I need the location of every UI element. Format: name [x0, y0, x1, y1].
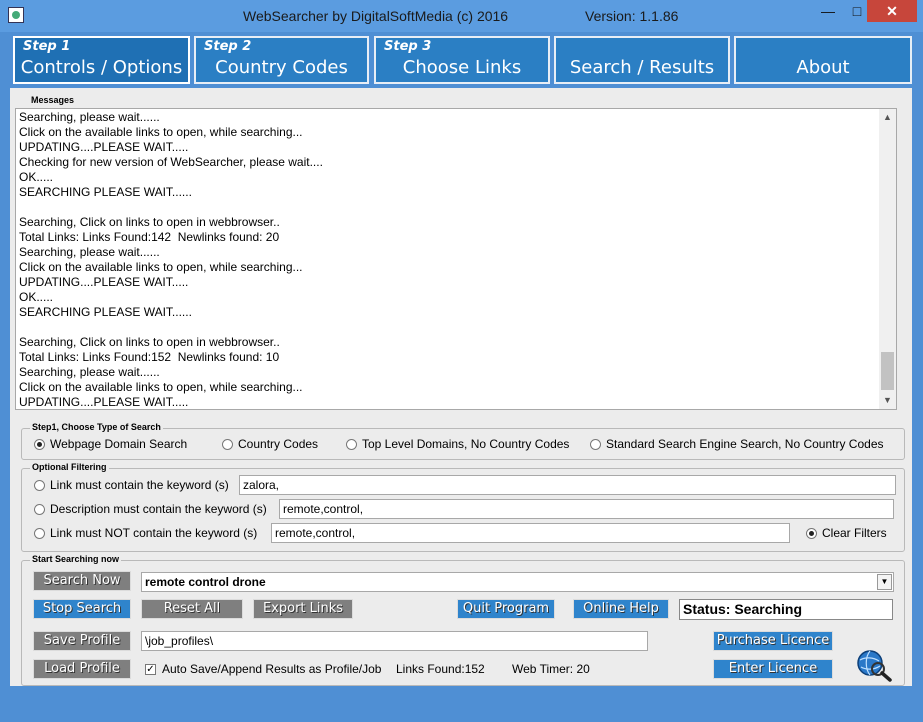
message-line: Searching, please wait...... [19, 365, 160, 379]
message-line [19, 320, 323, 335]
messages-lines: Searching, please wait...... Click on the… [19, 110, 323, 409]
link-contains-label: Link must contain the keyword (s) [50, 478, 229, 492]
radio-label: Country Codes [238, 437, 319, 451]
radio-link-not-contains[interactable] [34, 528, 45, 539]
close-button[interactable]: ✕ [867, 0, 917, 22]
chevron-down-icon[interactable]: ▼ [877, 574, 892, 590]
auto-save-checkbox[interactable]: ✓ [145, 664, 156, 675]
radio-country-codes[interactable] [222, 439, 233, 450]
radio-clear-filters[interactable] [806, 528, 817, 539]
tab-label: Choose Links [402, 57, 522, 78]
quit-program-button[interactable]: Quit Program [457, 599, 555, 619]
filtering-label: Optional Filtering [30, 462, 109, 472]
message-line: SEARCHING PLEASE WAIT...... [19, 185, 192, 199]
message-line: Searching, please wait...... [19, 110, 160, 124]
radio-link-contains[interactable] [34, 480, 45, 491]
search-now-button[interactable]: Search Now [33, 571, 131, 591]
message-line: UPDATING....PLEASE WAIT..... [19, 275, 189, 289]
window-title: WebSearcher by DigitalSoftMedia (c) 2016 [243, 8, 509, 24]
message-line: UPDATING....PLEASE WAIT..... [19, 395, 189, 409]
messages-scrollbar[interactable]: ▲ ▼ [879, 109, 896, 409]
message-line: Total Links: Links Found:152 Newlinks fo… [19, 350, 280, 364]
title-bar[interactable]: WebSearcher by DigitalSoftMedia (c) 2016… [0, 0, 923, 32]
window-footer [10, 690, 912, 714]
radio-label: Standard Search Engine Search, No Countr… [606, 437, 884, 451]
save-profile-button[interactable]: Save Profile [33, 631, 131, 651]
description-contains-label: Description must contain the keyword (s) [50, 502, 267, 516]
message-line: Click on the available links to open, wh… [19, 260, 303, 274]
scroll-thumb[interactable] [881, 352, 894, 390]
tab-label: Controls / Options [20, 57, 183, 78]
message-line: Total Links: Links Found:142 Newlinks fo… [19, 230, 280, 244]
link-contains-input[interactable]: zalora, [239, 475, 896, 495]
profile-path-input[interactable]: \job_profiles\ [141, 631, 648, 651]
message-line: Click on the available links to open, wh… [19, 380, 303, 394]
radio-standard-search-engine[interactable] [590, 439, 601, 450]
tab-label: About [796, 57, 850, 78]
message-line: Searching, Click on links to open in web… [19, 215, 280, 229]
reset-all-button[interactable]: Reset All [141, 599, 243, 619]
tab-country-codes[interactable]: Step 2 Country Codes [194, 36, 369, 84]
message-line: OK..... [19, 170, 54, 184]
load-profile-button[interactable]: Load Profile [33, 659, 131, 679]
tab-step-label: Step 2 [204, 39, 252, 54]
messages-label: Messages [29, 95, 77, 105]
link-not-contains-label: Link must NOT contain the keyword (s) [50, 526, 258, 540]
scroll-down-icon[interactable]: ▼ [879, 392, 896, 409]
window-version: Version: 1.1.86 [585, 8, 679, 24]
message-line: UPDATING....PLEASE WAIT..... [19, 140, 189, 154]
radio-label: Top Level Domains, No Country Codes [362, 437, 570, 451]
radio-top-level-domains[interactable] [346, 439, 357, 450]
tab-step-label: Step 1 [23, 39, 71, 54]
auto-save-label: Auto Save/Append Results as Profile/Job [162, 662, 382, 676]
start-search-label: Start Searching now [30, 554, 122, 564]
link-not-contains-input[interactable]: remote,control, [271, 523, 790, 543]
message-line: Checking for new version of WebSearcher,… [19, 155, 323, 169]
messages-log[interactable]: Searching, please wait...... Click on the… [15, 108, 897, 410]
tab-about[interactable]: About [734, 36, 912, 84]
message-line: Click on the available links to open, wh… [19, 125, 303, 139]
scroll-up-icon[interactable]: ▲ [879, 109, 896, 126]
message-line [19, 200, 323, 215]
search-query-value: remote control drone [145, 575, 266, 589]
message-line: OK..... [19, 290, 54, 304]
message-line: Searching, please wait...... [19, 245, 160, 259]
radio-description-contains[interactable] [34, 504, 45, 515]
stop-search-button[interactable]: Stop Search [33, 599, 131, 619]
search-query-combobox[interactable]: remote control drone ▼ [141, 572, 894, 592]
tab-search-results[interactable]: Search / Results [554, 36, 730, 84]
tab-label: Search / Results [569, 57, 715, 78]
globe-search-icon[interactable] [855, 648, 893, 682]
purchase-licence-button[interactable]: Purchase Licence [713, 631, 833, 651]
clear-filters-label: Clear Filters [822, 526, 887, 540]
links-found-count: Links Found:152 [396, 662, 485, 676]
message-line: SEARCHING PLEASE WAIT...... [19, 305, 192, 319]
radio-webpage-domain-search[interactable] [34, 439, 45, 450]
tab-step-label: Step 3 [384, 39, 432, 54]
radio-label: Webpage Domain Search [50, 437, 188, 451]
description-contains-input[interactable]: remote,control, [279, 499, 894, 519]
online-help-button[interactable]: Online Help [573, 599, 669, 619]
tab-choose-links[interactable]: Step 3 Choose Links [374, 36, 550, 84]
app-icon[interactable] [8, 7, 24, 23]
app-window: WebSearcher by DigitalSoftMedia (c) 2016… [0, 0, 923, 722]
message-line: Searching, Click on links to open in web… [19, 335, 280, 349]
tab-controls-options[interactable]: Step 1 Controls / Options [13, 36, 190, 84]
enter-licence-button[interactable]: Enter Licence [713, 659, 833, 679]
tab-label: Country Codes [215, 57, 348, 78]
web-timer: Web Timer: 20 [512, 662, 590, 676]
search-type-label: Step1, Choose Type of Search [30, 422, 163, 432]
status-display: Status: Searching [679, 599, 893, 620]
minimize-button[interactable]: — [814, 0, 842, 22]
export-links-button[interactable]: Export Links [253, 599, 353, 619]
